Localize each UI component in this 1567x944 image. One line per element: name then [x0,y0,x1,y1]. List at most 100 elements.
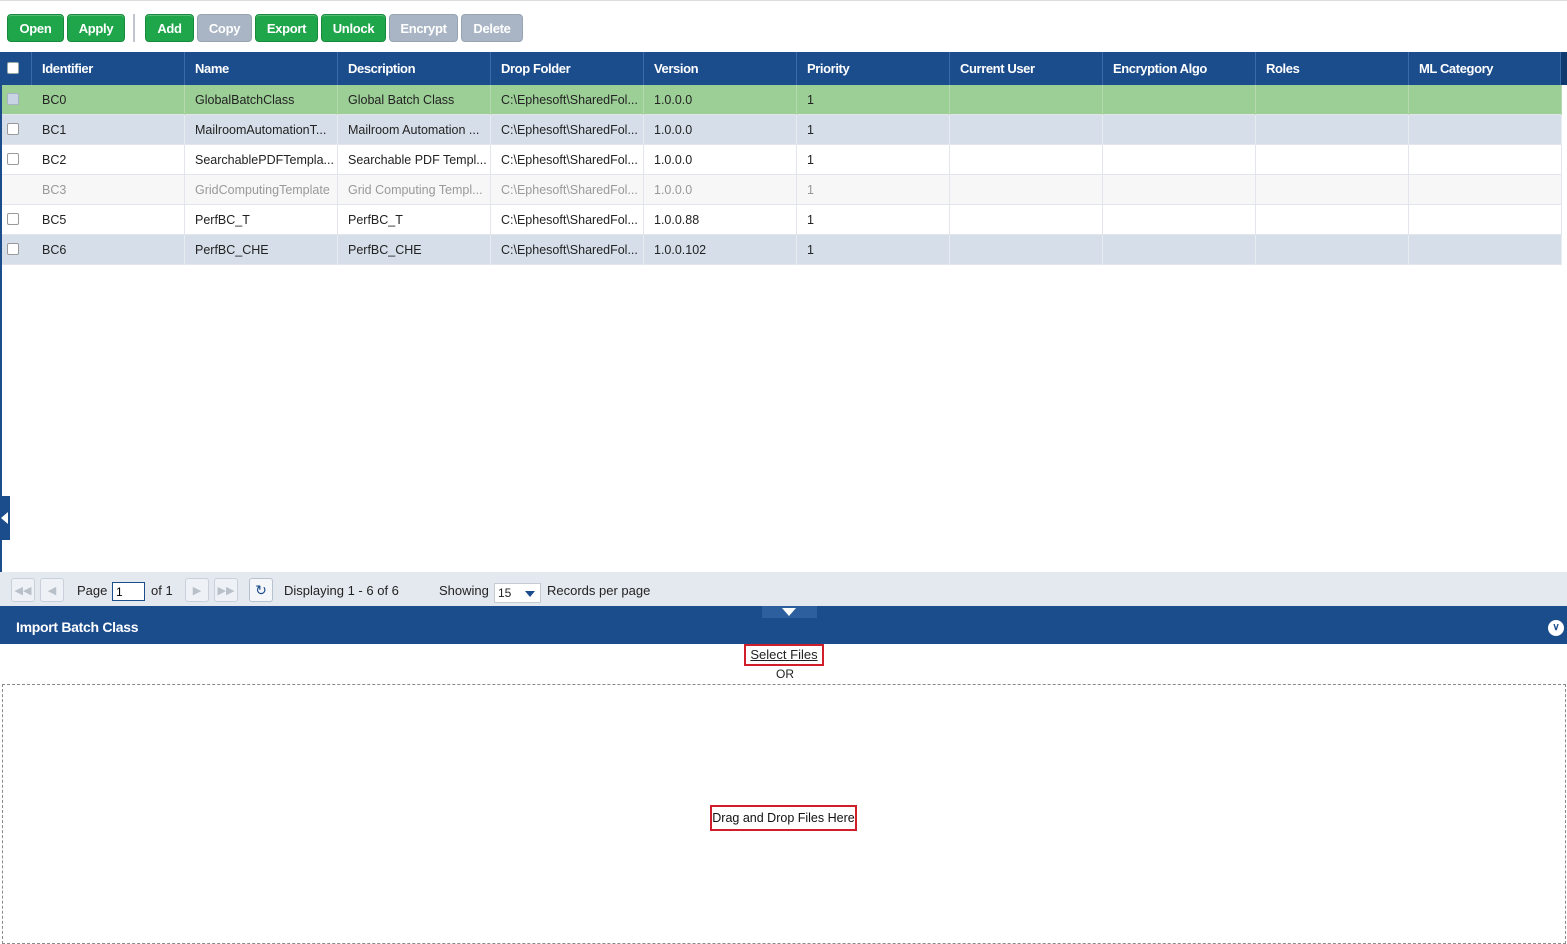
apply-button[interactable]: Apply [67,14,125,42]
cell-ml-category [1409,145,1562,175]
cell-identifier: BC2 [32,145,185,175]
records-per-page-select[interactable]: 15 [494,583,541,603]
column-header-version[interactable]: Version [644,52,797,85]
import-panel-header: Import Batch Class ∨ [0,606,1567,644]
showing-label: Showing [439,583,489,598]
or-separator: OR [776,667,794,681]
row-checkbox[interactable] [7,243,19,255]
first-page-icon[interactable]: ◀◀ [11,578,35,602]
pagination-bar: ◀◀ ◀ Page of 1 ▶ ▶▶ ↻ Displaying 1 - 6 o… [0,572,1567,606]
cell-drop-folder: C:\Ephesoft\SharedFol... [491,85,644,115]
column-header-identifier[interactable]: Identifier [32,52,185,85]
cell-priority: 1 [797,235,950,265]
toolbar-separator [133,14,135,42]
row-checkbox[interactable] [7,153,19,165]
add-button[interactable]: Add [145,14,194,42]
cell-current-user [950,235,1103,265]
cell-priority: 1 [797,175,950,205]
export-button[interactable]: Export [255,14,318,42]
splitter-down-icon[interactable] [762,606,817,618]
cell-description: PerfBC_T [338,205,491,235]
cell-ml-category [1409,175,1562,205]
cell-current-user [950,175,1103,205]
table-row[interactable]: BC5 PerfBC_T PerfBC_T C:\Ephesoft\Shared… [0,205,1562,235]
cell-roles [1256,85,1409,115]
cell-version: 1.0.0.0 [644,145,797,175]
cell-drop-folder: C:\Ephesoft\SharedFol... [491,175,644,205]
select-all-checkbox[interactable] [7,62,19,74]
cell-encryption-algo [1103,145,1256,175]
drop-zone-label: Drag and Drop Files Here [710,805,857,831]
open-button[interactable]: Open [7,14,64,42]
column-header-description[interactable]: Description [338,52,491,85]
column-header-priority[interactable]: Priority [797,52,950,85]
cell-description: Grid Computing Templ... [338,175,491,205]
cell-current-user [950,205,1103,235]
cell-drop-folder: C:\Ephesoft\SharedFol... [491,205,644,235]
column-header-encryption-algo[interactable]: Encryption Algo [1103,52,1256,85]
cell-encryption-algo [1103,175,1256,205]
cell-version: 1.0.0.102 [644,235,797,265]
column-header-name[interactable]: Name [185,52,338,85]
cell-identifier: BC3 [32,175,185,205]
cell-version: 1.0.0.0 [644,85,797,115]
collapse-panel-icon[interactable]: ∨ [1548,620,1564,636]
page-number-input[interactable] [112,582,145,601]
cell-version: 1.0.0.0 [644,115,797,145]
unlock-button[interactable]: Unlock [321,14,386,42]
refresh-icon[interactable]: ↻ [249,578,273,602]
column-header-ml-category[interactable]: ML Category [1409,52,1561,85]
displaying-status: Displaying 1 - 6 of 6 [284,583,399,598]
cell-roles [1256,235,1409,265]
cell-priority: 1 [797,205,950,235]
cell-identifier: BC0 [32,85,185,115]
cell-current-user [950,85,1103,115]
cell-roles [1256,115,1409,145]
delete-button[interactable]: Delete [461,14,523,42]
cell-identifier: BC5 [32,205,185,235]
row-checkbox[interactable] [7,93,19,105]
records-per-page-value: 15 [498,586,512,600]
grid-header: Identifier Name Description Drop Folder … [0,52,1567,85]
cell-version: 1.0.0.0 [644,175,797,205]
cell-roles [1256,205,1409,235]
cell-version: 1.0.0.88 [644,205,797,235]
cell-encryption-algo [1103,115,1256,145]
cell-current-user [950,115,1103,145]
sidebar-collapse-icon[interactable] [0,496,10,540]
records-per-page-label: Records per page [547,583,651,598]
column-header-current-user[interactable]: Current User [950,52,1103,85]
table-row[interactable]: BC3 GridComputingTemplate Grid Computing… [0,175,1562,205]
next-page-icon[interactable]: ▶ [185,578,209,602]
table-row[interactable]: BC1 MailroomAutomationT... Mailroom Auto… [0,115,1562,145]
cell-name: MailroomAutomationT... [185,115,338,145]
row-checkbox[interactable] [7,123,19,135]
cell-drop-folder: C:\Ephesoft\SharedFol... [491,235,644,265]
table-row[interactable]: BC2 SearchablePDFTempla... Searchable PD… [0,145,1562,175]
table-row[interactable]: BC0 GlobalBatchClass Global Batch Class … [0,85,1562,115]
cell-name: SearchablePDFTempla... [185,145,338,175]
prev-page-icon[interactable]: ◀ [40,578,64,602]
cell-ml-category [1409,85,1562,115]
last-page-icon[interactable]: ▶▶ [214,578,238,602]
row-checkbox[interactable] [7,213,19,225]
encrypt-button[interactable]: Encrypt [389,14,458,42]
cell-drop-folder: C:\Ephesoft\SharedFol... [491,145,644,175]
cell-priority: 1 [797,85,950,115]
cell-ml-category [1409,235,1562,265]
cell-drop-folder: C:\Ephesoft\SharedFol... [491,115,644,145]
select-all-cell [0,52,32,85]
copy-button[interactable]: Copy [197,14,252,42]
column-header-roles[interactable]: Roles [1256,52,1409,85]
cell-description: Global Batch Class [338,85,491,115]
dropdown-arrow-icon [525,591,535,597]
cell-priority: 1 [797,115,950,145]
cell-ml-category [1409,115,1562,145]
cell-current-user [950,145,1103,175]
column-header-drop-folder[interactable]: Drop Folder [491,52,644,85]
select-files-link[interactable]: Select Files [744,644,824,666]
cell-name: GridComputingTemplate [185,175,338,205]
cell-roles [1256,175,1409,205]
table-row[interactable]: BC6 PerfBC_CHE PerfBC_CHE C:\Ephesoft\Sh… [0,235,1562,265]
cell-priority: 1 [797,145,950,175]
